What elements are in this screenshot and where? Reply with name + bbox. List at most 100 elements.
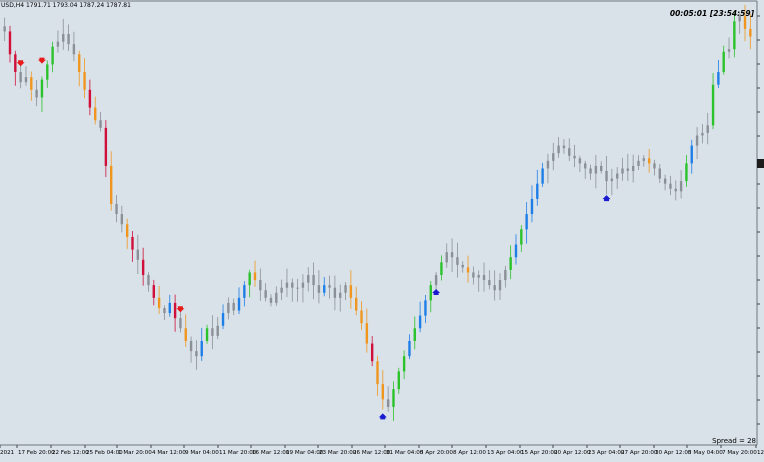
candle-body: [445, 252, 448, 263]
time-tick-label: 22 Feb 12:00: [52, 450, 89, 456]
candle-body: [72, 44, 76, 55]
candle-body: [173, 302, 177, 319]
candle-body: [99, 120, 102, 128]
candle-body: [269, 297, 273, 303]
candle-body: [152, 285, 155, 298]
candle-body: [525, 214, 528, 230]
candle-body: [381, 384, 385, 400]
candle-body: [275, 292, 278, 303]
candle-body: [536, 183, 539, 199]
candle-body: [504, 269, 507, 281]
candle-body: [46, 64, 49, 80]
candle-body: [232, 302, 235, 311]
candle-body: [189, 340, 193, 352]
candle-body: [344, 285, 347, 293]
candle-body: [307, 275, 310, 283]
candle-body: [653, 163, 656, 169]
candle-body: [450, 252, 454, 258]
candle-body: [456, 257, 459, 265]
candle-body: [253, 272, 257, 281]
candle-body: [488, 280, 491, 286]
candle-body: [141, 259, 145, 276]
time-tick-label: 8 Apr 12:00: [453, 450, 486, 456]
candle-body: [221, 313, 225, 326]
candle-body: [509, 257, 512, 270]
candle-body: [669, 183, 672, 189]
candle-body: [674, 188, 677, 192]
candle-body: [285, 282, 289, 288]
candle-body: [30, 77, 33, 90]
candle-body: [67, 33, 70, 45]
candle-body: [658, 168, 661, 179]
candle-body: [56, 41, 60, 47]
chart-window: 2021 17 Feb 20:00 22 Feb 12:00 25 Feb 04:00…: [0, 0, 764, 458]
candle-body: [376, 361, 379, 385]
candle-body: [296, 287, 299, 289]
candle-body: [546, 160, 550, 169]
candle-body: [312, 275, 315, 286]
candle-body: [125, 224, 129, 237]
candle-body: [594, 165, 598, 174]
time-tick-label: 9 Mar 04:00: [185, 450, 219, 456]
candle-body: [301, 282, 305, 288]
candle-body: [610, 178, 614, 182]
time-tick-label: 5 Apr 20:00: [420, 450, 453, 456]
candle-body: [264, 290, 267, 298]
candle-body: [402, 356, 406, 372]
candle-body: [227, 302, 230, 314]
candle-body: [557, 145, 560, 154]
candle-body: [584, 163, 587, 169]
candle-body: [248, 272, 251, 286]
candle-body: [413, 328, 416, 341]
candle-body: [120, 214, 124, 225]
candle-body: [94, 107, 97, 121]
candle-body: [88, 89, 92, 108]
candle-body: [386, 399, 390, 407]
candle-body: [339, 292, 342, 298]
candle-body: [157, 297, 161, 308]
candle-body: [195, 351, 198, 357]
candle-body: [211, 328, 214, 336]
candle-body: [328, 285, 331, 288]
time-tick-label: 12 M: [757, 450, 764, 456]
spread-label: Spread = 28: [712, 437, 756, 445]
candle-body: [530, 198, 534, 215]
time-tick-label: 31 Mar 04:00: [386, 450, 424, 456]
candle-body: [163, 307, 166, 314]
candle-body: [408, 340, 411, 357]
time-tick-label: 23 Mar 20:00: [319, 450, 357, 456]
candle-body: [466, 267, 470, 273]
candle-body: [637, 160, 640, 166]
candle-body: [131, 236, 134, 250]
candle-body: [365, 323, 369, 344]
candle-body: [8, 31, 12, 55]
candle-body: [701, 132, 704, 136]
candle-body: [243, 285, 246, 298]
candle-body: [706, 125, 709, 133]
candle-body: [3, 26, 6, 32]
candle-body: [722, 51, 725, 73]
candle-body: [19, 72, 22, 83]
price-chart[interactable]: 2021 17 Feb 20:0022 Feb 12:0025 Feb 04:00…: [0, 0, 764, 458]
candle-body: [317, 285, 321, 293]
candle-body: [200, 340, 203, 357]
candle-body: [520, 229, 523, 245]
candle-body: [424, 300, 427, 316]
candle-body: [493, 285, 496, 291]
time-tick-label: 4 Mar 12:00: [152, 450, 186, 456]
candle-body: [51, 46, 54, 65]
candle-body: [642, 158, 646, 161]
time-tick-label: 13 Apr 04:00: [487, 450, 524, 456]
candle-body: [562, 145, 566, 149]
candle-body: [605, 170, 608, 182]
time-tick-label: 23 Apr 04:00: [588, 450, 625, 456]
candle-body: [589, 168, 592, 174]
time-tick-label: 1 Mar 20:00: [118, 450, 152, 456]
candle-body: [482, 275, 486, 281]
candle-body: [370, 343, 374, 362]
time-tick-label: 5 May 04:00: [688, 450, 723, 456]
candle-body: [40, 79, 44, 98]
candle-body: [733, 21, 736, 50]
candle-body: [461, 264, 464, 268]
candle-body: [690, 145, 693, 164]
